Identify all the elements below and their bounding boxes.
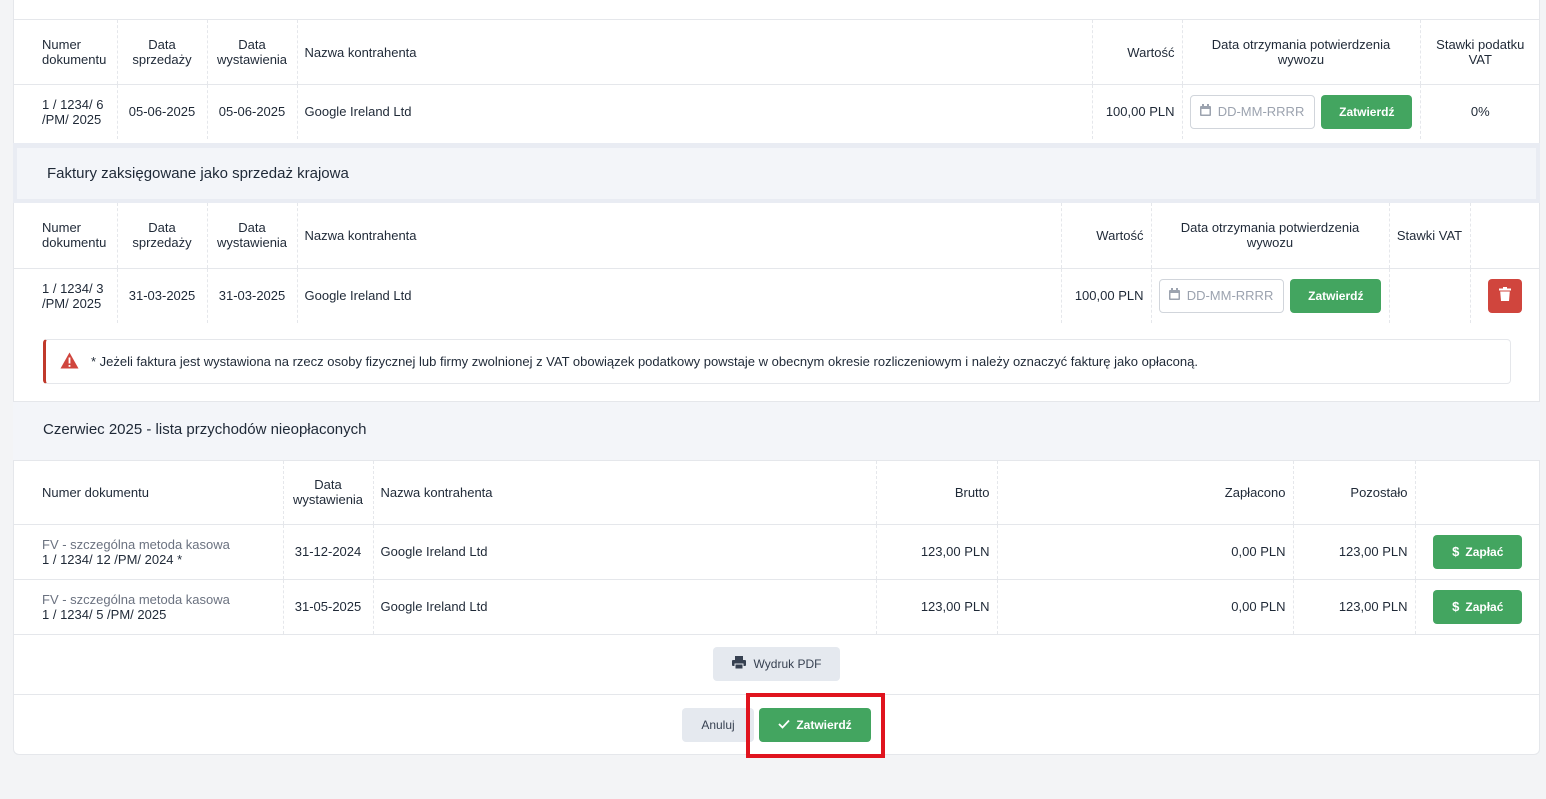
col-header-value: Wartość: [1061, 203, 1152, 269]
vat-info-alert: * Jeżeli faktura jest wystawiona na rzec…: [43, 339, 1511, 384]
contractor-name: Google Ireland Ltd: [373, 579, 877, 635]
issue-date: 31-03-2025: [207, 268, 298, 323]
col-header-paid: Zapłacono: [997, 461, 1294, 525]
confirm-export-button[interactable]: Zatwierdź: [1321, 94, 1413, 129]
sale-date: 05-06-2025: [117, 84, 208, 139]
pay-label: Zapłać: [1465, 544, 1504, 559]
table-row: FV - szczególna metoda kasowa 1 / 1234/ …: [13, 579, 1540, 635]
document-type: FV - szczególna metoda kasowa: [42, 536, 230, 552]
col-header-sale-date: Data sprzedaży: [117, 19, 208, 85]
paid-amount: 0,00 PLN: [997, 524, 1294, 580]
export-date-input[interactable]: DD-MM-RRRR: [1189, 94, 1315, 129]
document-number: 1 / 1234/ 3 /PM/ 2025: [13, 268, 118, 323]
calendar-icon: [1168, 288, 1180, 303]
col-header-number: Numer dokumentu: [13, 19, 118, 85]
unpaid-invoices-table: Numer dokumentu Data wystawienia Nazwa k…: [13, 461, 1540, 635]
pdf-print-button[interactable]: Wydruk PDF: [713, 647, 840, 681]
col-header-vat: Stawki podatku VAT: [1420, 19, 1540, 85]
col-header-issue-date: Data wystawienia: [207, 203, 298, 269]
document-number: 1 / 1234/ 12 /PM/ 2024 *: [42, 551, 183, 567]
pay-label: Zapłać: [1465, 599, 1504, 614]
trash-icon: [1499, 287, 1512, 304]
export-date-input[interactable]: DD-MM-RRRR: [1158, 278, 1284, 313]
table-row: FV - szczególna metoda kasowa 1 / 1234/ …: [13, 524, 1540, 580]
pdf-label: Wydruk PDF: [753, 657, 822, 671]
check-icon: [778, 718, 790, 732]
col-header-export-date: Data otrzymania potwierdzenia wywozu: [1182, 19, 1421, 85]
confirm-label: Zatwierdź: [796, 718, 852, 732]
alert-text: * Jeżeli faktura jest wystawiona na rzec…: [91, 354, 1198, 369]
vat-rate: 0%: [1470, 104, 1490, 120]
calendar-icon: [1199, 104, 1211, 119]
vat-rate: [1389, 268, 1471, 323]
document-type: FV - szczególna metoda kasowa: [42, 591, 230, 607]
document-number: 1 / 1234/ 6 /PM/ 2025: [13, 84, 118, 139]
table-row: 1 / 1234/ 6 /PM/ 2025 05-06-2025 05-06-2…: [13, 84, 1540, 139]
pay-button[interactable]: $ Zapłać: [1433, 534, 1523, 569]
col-header-number: Numer dokumentu: [13, 461, 284, 525]
issue-date: 05-06-2025: [207, 84, 298, 139]
gross-amount: 123,00 PLN: [876, 524, 998, 580]
col-header-issue-date: Data wystawienia: [207, 19, 298, 85]
issue-date: 31-05-2025: [283, 579, 374, 635]
sale-date: 31-03-2025: [117, 268, 208, 323]
confirm-button[interactable]: Zatwierdź: [759, 708, 871, 742]
date-placeholder: DD-MM-RRRR: [1217, 104, 1305, 120]
gross-amount: 123,00 PLN: [876, 579, 998, 635]
col-header-contractor: Nazwa kontrahenta: [297, 203, 1062, 269]
contractor-name: Google Ireland Ltd: [297, 268, 1062, 323]
value: 100,00 PLN: [1061, 268, 1152, 323]
export-invoices-table: Numer dokumentu Data sprzedaży Data wyst…: [13, 19, 1540, 139]
remaining-amount: 123,00 PLN: [1293, 524, 1416, 580]
warning-icon: [60, 352, 79, 372]
unpaid-section-title: Czerwiec 2025 - lista przychodów nieopła…: [43, 421, 367, 438]
table-row: 1 / 1234/ 3 /PM/ 2025 31-03-2025 31-03-2…: [13, 268, 1540, 323]
issue-date: 31-12-2024: [283, 524, 374, 580]
value: 100,00 PLN: [1092, 84, 1183, 139]
remaining-amount: 123,00 PLN: [1293, 579, 1416, 635]
date-placeholder: DD-MM-RRRR: [1186, 288, 1274, 304]
dollar-icon: $: [1452, 544, 1460, 559]
contractor-name: Google Ireland Ltd: [373, 524, 877, 580]
delete-button[interactable]: [1488, 278, 1523, 313]
col-header-remaining: Pozostało: [1293, 461, 1416, 525]
col-header-value: Wartość: [1092, 19, 1183, 85]
cancel-label: Anuluj: [701, 718, 735, 732]
cancel-button[interactable]: Anuluj: [682, 708, 754, 742]
col-header-number: Numer dokumentu: [13, 203, 118, 269]
col-header-issue-date: Data wystawienia: [283, 461, 374, 525]
col-header-vat: Stawki VAT: [1389, 203, 1471, 269]
pay-button[interactable]: $ Zapłać: [1433, 589, 1523, 624]
domestic-invoices-table: Numer dokumentu Data sprzedaży Data wyst…: [13, 203, 1540, 323]
paid-amount: 0,00 PLN: [997, 579, 1294, 635]
document-number: 1 / 1234/ 5 /PM/ 2025: [42, 606, 167, 622]
confirm-export-button[interactable]: Zatwierdź: [1290, 278, 1382, 313]
domestic-section-title: Faktury zaksięgowane jako sprzedaż krajo…: [47, 165, 349, 182]
col-header-contractor: Nazwa kontrahenta: [373, 461, 877, 525]
dollar-icon: $: [1452, 599, 1460, 614]
col-header-contractor: Nazwa kontrahenta: [297, 19, 1093, 85]
col-header-gross: Brutto: [876, 461, 998, 525]
contractor-name: Google Ireland Ltd: [297, 84, 1093, 139]
col-header-export-date: Data otrzymania potwierdzenia wywozu: [1151, 203, 1390, 269]
col-header-sale-date: Data sprzedaży: [117, 203, 208, 269]
printer-icon: [731, 656, 746, 672]
